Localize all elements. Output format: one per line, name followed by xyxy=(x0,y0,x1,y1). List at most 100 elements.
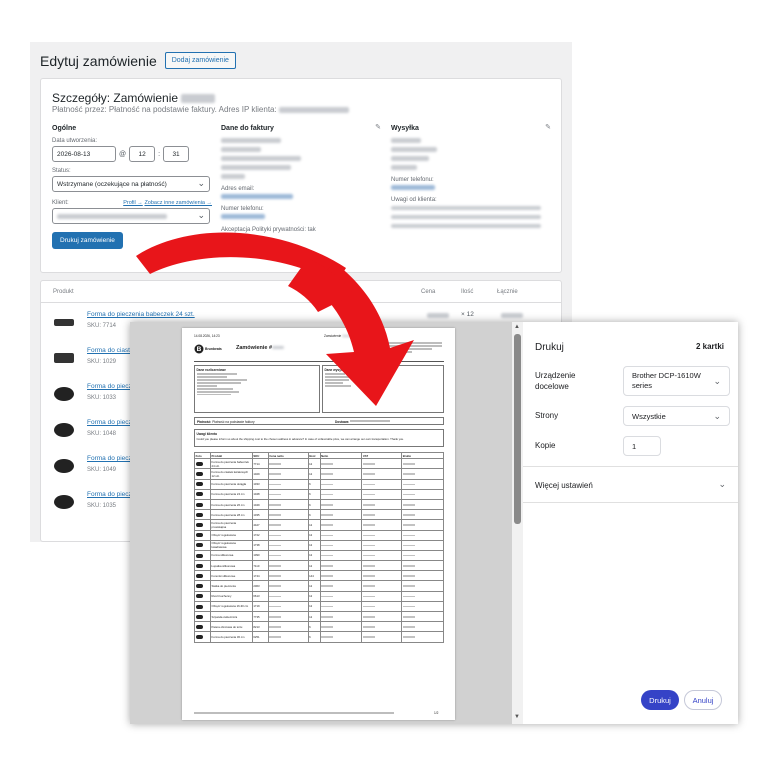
total-column-header: Łącznie xyxy=(497,289,518,295)
chevron-down-icon: ⌄ xyxy=(713,410,721,421)
item-sku: SKU: 7714 xyxy=(87,323,117,329)
page-title: Edytuj zamówienie xyxy=(40,52,157,69)
table-row: Forma do pieczenia 26 cm 1049 6 xyxy=(194,498,444,511)
shipping-phone-label: Numer telefonu: xyxy=(391,177,434,184)
profile-link[interactable]: Profil → xyxy=(123,200,143,206)
table-row: Szpatuła cukiernicza 7735 12 xyxy=(194,610,444,623)
product-thumbnail xyxy=(54,495,74,509)
table-row: Forma do pieczenia 24 cm 1048 6 xyxy=(194,488,444,500)
product-thumbnail xyxy=(195,461,203,466)
product-thumbnail xyxy=(54,387,74,401)
billing-heading: Dane do faktury xyxy=(221,125,274,132)
product-thumbnail xyxy=(195,512,203,517)
print-button[interactable]: Drukuj xyxy=(641,690,679,710)
scrollbar-thumb[interactable] xyxy=(514,334,521,524)
pencil-icon[interactable]: ✎ xyxy=(375,123,381,131)
product-thumbnail xyxy=(195,584,203,589)
product-thumbnail xyxy=(54,459,74,473)
pencil-icon[interactable]: ✎ xyxy=(545,123,551,131)
table-row: Forma silikonowa 1090 12 xyxy=(194,549,444,562)
divider xyxy=(523,466,738,467)
destination-select[interactable]: Brother DCP-1610W series ⌄ xyxy=(623,366,730,396)
table-row: Forma do pieczenia 28 cm 1035 6 xyxy=(194,509,444,521)
pages-select[interactable]: Wszystkie ⌄ xyxy=(623,406,730,426)
pages-label: Strony xyxy=(535,411,559,420)
table-row: Forma do pieczenia okrągła 1033 6 xyxy=(194,478,444,490)
item-name-link[interactable]: Forma do piecz xyxy=(87,383,132,390)
item-sku: SKU: 1048 xyxy=(87,431,117,437)
billing-email-label: Adres email: xyxy=(221,186,255,193)
status-label: Status: xyxy=(52,168,71,174)
client-label: Klient: xyxy=(52,200,69,206)
product-thumbnail xyxy=(195,604,203,609)
product-thumbnail xyxy=(195,533,203,538)
billing-phone-label: Numer telefonu: xyxy=(221,206,264,213)
product-thumbnail xyxy=(195,502,203,507)
product-thumbnail xyxy=(195,594,203,599)
product-thumbnail xyxy=(195,563,203,568)
chevron-down-icon: ⌄ xyxy=(713,376,721,386)
copies-input[interactable]: 1 xyxy=(623,436,661,456)
item-sku: SKU: 1035 xyxy=(87,503,117,509)
product-thumbnail xyxy=(195,472,203,477)
product-thumbnail xyxy=(195,635,203,640)
scroll-down-icon[interactable]: ▼ xyxy=(514,714,520,720)
table-row: Ruszt kuchenny 6613 12 xyxy=(194,590,444,602)
shipping-heading: Wysyłka xyxy=(391,125,419,132)
payment-line: Płatność przez: Płatność na podstawie fa… xyxy=(52,105,349,114)
at-sign: @ xyxy=(119,150,127,158)
status-select[interactable]: Wstrzymane (oczekujące na płatność) xyxy=(52,176,210,192)
more-settings-label: Więcej ustawień xyxy=(535,481,593,490)
product-thumbnail xyxy=(54,353,74,363)
page-header: Edytuj zamówienie Dodaj zamówienie xyxy=(40,52,236,69)
minute-input[interactable]: 31 xyxy=(163,146,190,162)
print-settings-panel: Drukuj 2 kartki Urządzenie docelowe Brot… xyxy=(523,322,738,724)
table-row: Siatka do pieczenia 2063 12 xyxy=(194,580,444,592)
print-order-button[interactable]: Drukuj zamówienie xyxy=(52,232,123,249)
item-sku: SKU: 1029 xyxy=(87,359,117,365)
product-thumbnail xyxy=(195,492,203,497)
pages-row: Strony Wszystkie ⌄ xyxy=(535,406,730,426)
table-row: Forma do pieczenia 30 cm 6251 6 xyxy=(194,631,444,643)
table-row: Patera obrotowa do tortu 8213 6 xyxy=(194,621,444,633)
product-column-header: Produkt xyxy=(53,289,74,295)
table-row: Łopatka silikonowa 7110 12 xyxy=(194,560,444,572)
item-name-link[interactable]: Forma do ciast xyxy=(87,347,130,354)
general-heading: Ogólne xyxy=(52,125,77,132)
page-number: 1/2 xyxy=(434,711,439,715)
item-sku: SKU: 1033 xyxy=(87,395,117,401)
product-thumbnail xyxy=(195,614,203,619)
destination-row: Urządzenie docelowe Brother DCP-1610W se… xyxy=(535,366,730,396)
product-thumbnail xyxy=(195,624,203,629)
cancel-button[interactable]: Anuluj xyxy=(684,690,722,710)
table-row: Forma do ciastek kwiatowych 12 szt. 1029 1… xyxy=(194,468,444,480)
customer-notes-box: Uwagi klienta Could you please inform us… xyxy=(194,429,444,447)
table-row: Obręcz regulowana 1722 12 xyxy=(194,529,444,541)
divider xyxy=(523,502,738,503)
item-name-link[interactable]: Forma do piecz xyxy=(87,491,132,498)
preview-scrollbar[interactable]: ▲ ▼ xyxy=(512,322,523,724)
table-row: Forma do pieczenia prostokątna 4427 12 xyxy=(194,519,444,531)
product-thumbnail xyxy=(54,423,74,437)
copies-row: Kopie 1 xyxy=(535,436,730,456)
scroll-up-icon[interactable]: ▲ xyxy=(514,324,520,330)
client-select[interactable] xyxy=(52,208,210,224)
more-settings-toggle[interactable]: Więcej ustawień ⌄ xyxy=(535,479,730,494)
date-input[interactable]: 2026-08-13 xyxy=(52,146,116,162)
table-row: Obręcz regulowana kwadratowa 1738 12 xyxy=(194,539,444,551)
customer-notes-label: Uwagi od klienta: xyxy=(391,197,437,204)
chevron-down-icon: ⌄ xyxy=(718,479,726,489)
other-orders-link[interactable]: Zobacz inne zamówienia → xyxy=(144,200,212,206)
item-sku: SKU: 1049 xyxy=(87,467,117,473)
product-thumbnail xyxy=(195,573,203,578)
date-label: Data utworzenia: xyxy=(52,138,98,144)
hour-input[interactable]: 12 xyxy=(129,146,156,162)
table-row: Forma do pieczenia babeczek 24 szt. 7714 1… xyxy=(194,458,444,470)
add-order-button[interactable]: Dodaj zamówienie xyxy=(164,52,236,69)
product-thumbnail xyxy=(195,553,203,558)
table-row: Obręcz regulowana 16-30 cm 1719 12 xyxy=(194,600,444,613)
product-thumbnail xyxy=(195,482,203,487)
item-name-link[interactable]: Forma do piecz xyxy=(87,419,132,426)
order-details-title: Szczegóły: Zamówienie xyxy=(52,91,216,105)
item-name-link[interactable]: Forma do piecz xyxy=(87,455,132,462)
